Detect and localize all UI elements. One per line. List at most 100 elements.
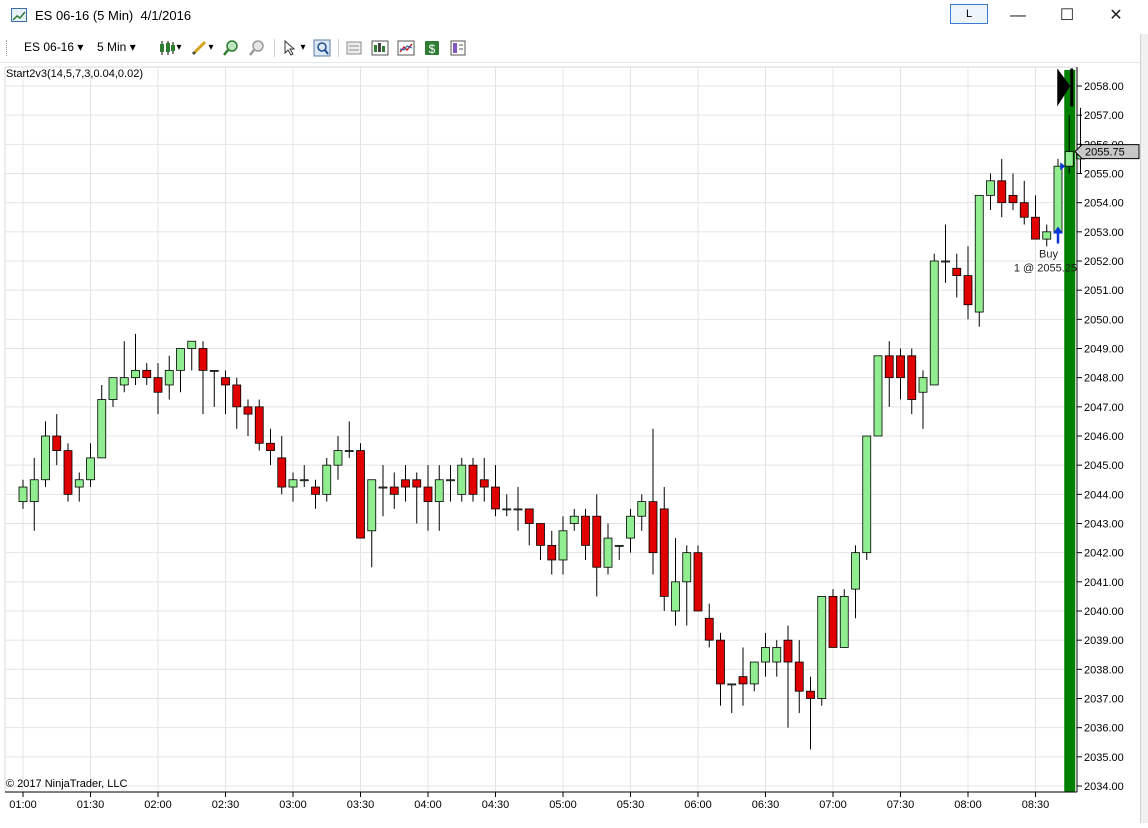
candle-body: [974, 194, 984, 313]
candle-body: [322, 464, 332, 495]
y-tick-label: 2058.00: [1084, 81, 1124, 93]
candle-body: [536, 523, 545, 546]
candle-body: [524, 508, 534, 524]
candle-body: [131, 369, 140, 379]
x-tick-label: 01:30: [77, 799, 105, 811]
y-tick-label: 2054.00: [1084, 198, 1124, 210]
candle-body: [86, 457, 95, 481]
candle-body: [254, 406, 264, 444]
y-tick-label: 2041.00: [1084, 577, 1124, 589]
x-tick-label: 02:30: [212, 799, 240, 811]
lock-button[interactable]: L: [950, 4, 988, 24]
candle-body: [221, 377, 230, 386]
candle-body: [434, 479, 444, 503]
candle-body: [41, 435, 50, 481]
x-tick-label: 06:30: [752, 799, 780, 811]
candle-body: [412, 479, 422, 488]
instrument-selector[interactable]: ES 06-16 ▾: [24, 40, 83, 54]
chevron-down-icon[interactable]: ▾: [206, 39, 216, 57]
candle-body: [513, 508, 523, 511]
toolbar-grip[interactable]: [6, 40, 10, 56]
candle-body: [929, 260, 939, 386]
candle-body: [828, 596, 838, 648]
y-tick-label: 2055.00: [1084, 169, 1124, 181]
interval-label: 5 Min: [97, 40, 127, 54]
candle-body: [153, 377, 163, 393]
buy-detail-label: 1 @ 2055.25: [1014, 263, 1077, 275]
zoom-out-icon[interactable]: [248, 39, 266, 57]
candle-body: [277, 457, 287, 488]
candle-body: [344, 450, 354, 452]
indicator-label: Start2v3(14,5,7,3,0.04,0.02): [6, 68, 143, 80]
candle-body: [164, 369, 174, 386]
interval-selector[interactable]: 5 Min ▾: [97, 40, 136, 54]
x-tick-label: 04:00: [414, 799, 442, 811]
candle-body: [119, 377, 129, 386]
chart-app-icon: [11, 8, 27, 22]
window-title: ES 06-16 (5 Min) 4/1/2016: [35, 8, 192, 23]
candle-body: [1019, 202, 1029, 218]
y-tick-label: 2057.00: [1084, 110, 1124, 122]
y-tick-label: 2051.00: [1084, 285, 1124, 297]
candle-body: [693, 552, 703, 612]
x-tick-label: 06:00: [684, 799, 712, 811]
data-box-icon[interactable]: [449, 39, 467, 57]
instrument-label: ES 06-16: [24, 40, 75, 54]
magnifier-icon[interactable]: [313, 39, 331, 57]
current-price-label: 2055.75: [1085, 147, 1125, 159]
window-right-border: [1140, 34, 1148, 823]
candle-body: [851, 552, 860, 590]
candle-body: [941, 260, 950, 263]
strategies-icon[interactable]: [397, 39, 415, 57]
candle-body: [457, 464, 467, 495]
properties-icon[interactable]: [345, 39, 363, 57]
minimize-button[interactable]: —: [1003, 4, 1033, 28]
toolbar-separator: [274, 39, 275, 57]
candle-body: [772, 647, 782, 663]
maximize-button[interactable]: ☐: [1052, 4, 1082, 28]
candle-body: [907, 355, 917, 400]
x-tick-label: 03:00: [279, 799, 307, 811]
price-chart[interactable]: Buy1 @ 2055.25 2058.002057.002056.002055…: [0, 62, 1140, 823]
candle-body: [446, 479, 455, 482]
x-tick-label: 05:30: [617, 799, 645, 811]
y-tick-label: 2044.00: [1084, 489, 1124, 501]
candle-body: [232, 384, 242, 408]
svg-text:$: $: [429, 42, 436, 56]
candle-body: [817, 596, 827, 699]
candle-body: [243, 406, 253, 415]
candle-body: [209, 369, 219, 372]
close-button[interactable]: ✕: [1101, 4, 1131, 28]
indicators-icon[interactable]: [371, 39, 389, 57]
candle-body: [952, 267, 962, 276]
candle-body: [1008, 194, 1018, 204]
y-tick-label: 2050.00: [1084, 314, 1124, 326]
y-tick-label: 2043.00: [1084, 519, 1124, 531]
candle-body: [1064, 151, 1074, 167]
candle-body: [794, 661, 804, 692]
chevron-down-icon[interactable]: ▾: [298, 39, 308, 57]
candle-body: [333, 450, 343, 466]
candle-body: [1031, 216, 1040, 240]
candle-body: [727, 683, 737, 686]
title-bar: ES 06-16 (5 Min) 4/1/2016 L — ☐ ✕: [0, 0, 1148, 34]
candle-body: [491, 486, 500, 510]
candle-body: [356, 450, 365, 539]
candle-body: [18, 486, 28, 503]
chevron-down-icon: ▾: [129, 40, 136, 54]
candle-body: [311, 486, 320, 495]
chart-canvas[interactable]: Buy1 @ 2055.25 2058.002057.002056.002055…: [0, 62, 1140, 823]
x-tick-label: 04:30: [482, 799, 510, 811]
y-tick-label: 2034.00: [1084, 781, 1124, 793]
candle-body: [671, 581, 680, 612]
candle-body: [423, 486, 433, 503]
dollar-icon[interactable]: $: [423, 39, 441, 57]
chevron-down-icon[interactable]: ▾: [174, 39, 184, 57]
candle-body: [367, 479, 377, 532]
candle-body: [266, 442, 275, 451]
zoom-in-icon[interactable]: [222, 39, 240, 57]
candle-body: [884, 355, 894, 379]
candle-body: [187, 340, 197, 349]
candle-body: [749, 661, 759, 685]
y-tick-label: 2036.00: [1084, 723, 1124, 735]
